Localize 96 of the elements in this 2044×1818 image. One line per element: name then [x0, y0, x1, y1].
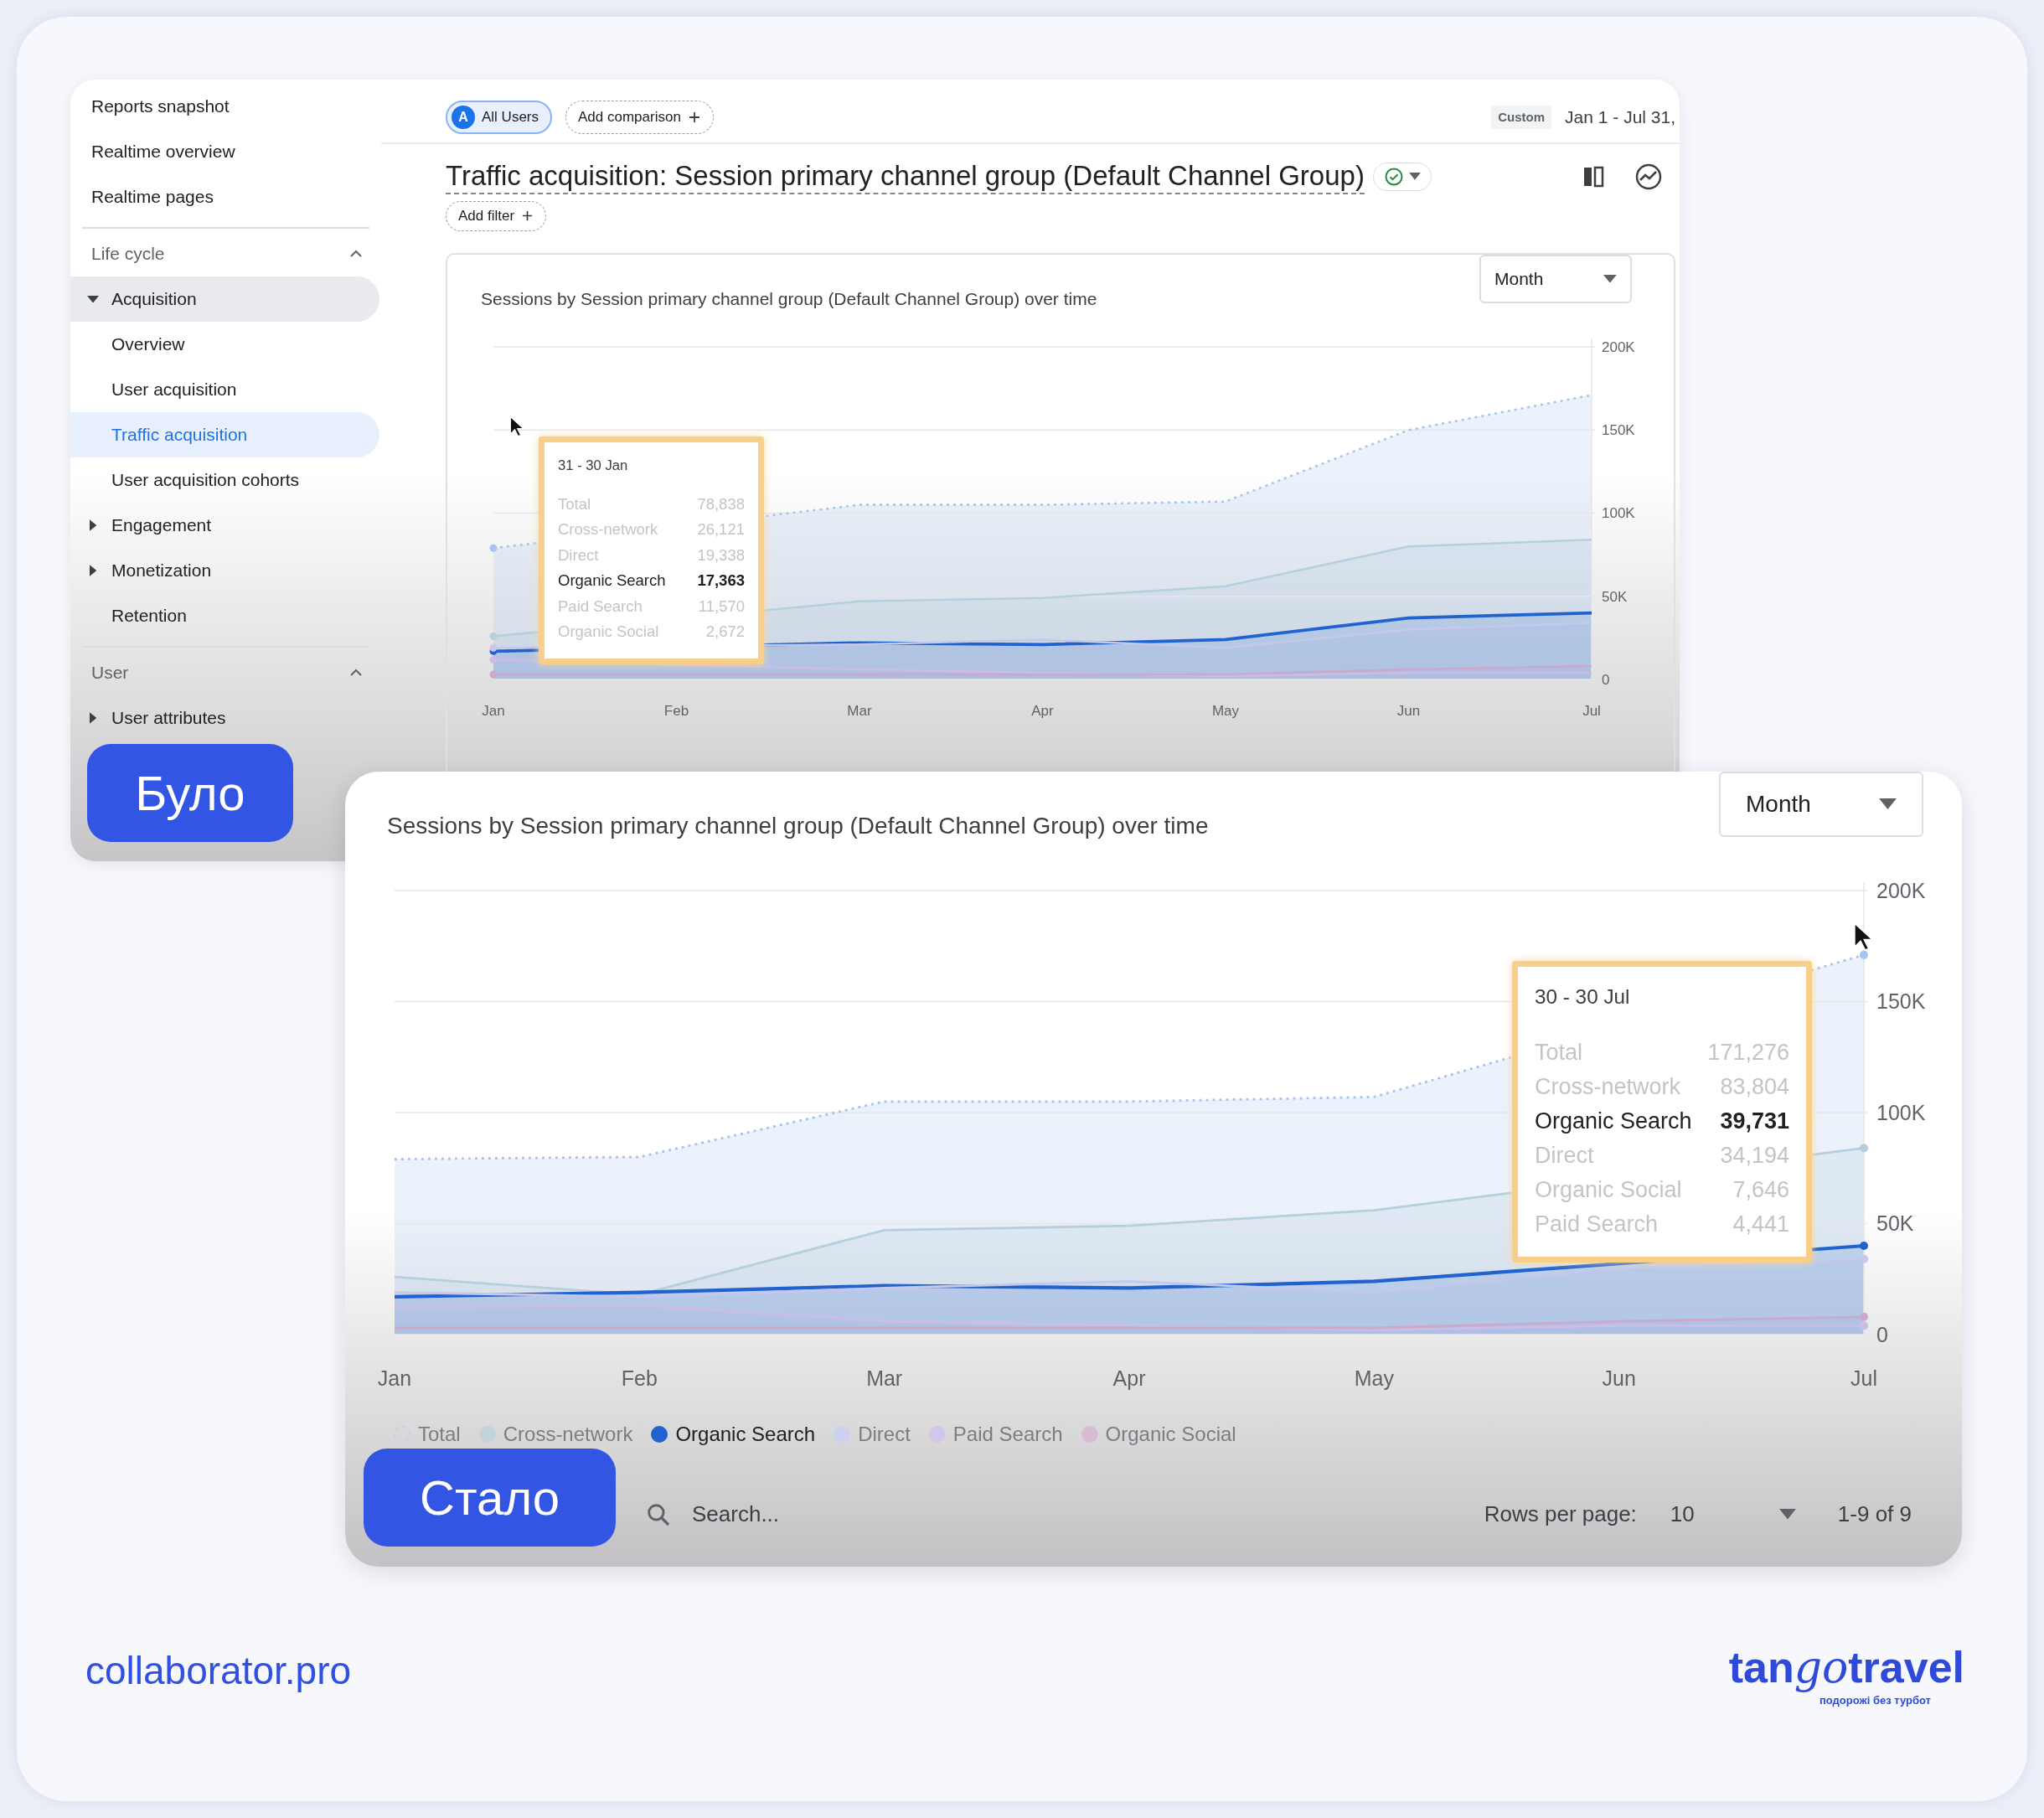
chart-title: Sessions by Session primary channel group (Default Channel Group) over time — [387, 812, 1209, 840]
rows-per-page-dropdown[interactable]: 10 — [1670, 1498, 1796, 1531]
axis-label: Mar — [847, 702, 872, 719]
tooltip-title: 30 - 30 Jul — [1535, 984, 1631, 1010]
nav-link[interactable]: Reports snapshot — [70, 84, 381, 129]
axis-label: 100K — [1602, 505, 1635, 522]
tooltip-title: 31 - 30 Jan — [558, 456, 629, 475]
legend-item[interactable]: Organic Search — [651, 1419, 816, 1449]
caret-icon — [1778, 1509, 1796, 1520]
tooltip-row-text: Total 171,276 — [1535, 1039, 1789, 1067]
check-circle-icon — [1383, 166, 1404, 187]
axis-label: Jul — [1850, 1366, 1877, 1390]
axis-label: May — [1354, 1366, 1394, 1390]
before-label: Було — [87, 744, 293, 842]
nav-item[interactable]: Monetization — [70, 548, 379, 593]
tooltip-row-text: Direct 34,194 — [1535, 1142, 1789, 1170]
logo-tagline: подорожі без турбот — [1819, 1693, 1931, 1708]
hover-point — [489, 632, 498, 640]
period-dropdown[interactable]: Month — [1719, 772, 1923, 837]
after-label: Стало — [364, 1449, 616, 1547]
date-badge: Custom — [1491, 105, 1552, 130]
nav-item[interactable]: Engagement — [70, 503, 379, 548]
axis-label: May — [1211, 702, 1240, 719]
axis-label: Apr — [1112, 1366, 1146, 1390]
hover-point — [1859, 1241, 1869, 1251]
nav-item[interactable]: Traffic acquisition — [70, 412, 379, 457]
hover-point — [1859, 1312, 1869, 1321]
caret-icon — [89, 519, 97, 531]
report-title: Traffic acquisition: Session primary channel group (Default Channel Group) — [446, 159, 1365, 194]
tooltip-row-text: Total 78,838 — [558, 493, 745, 514]
tooltip-row-text: Paid Search 4,441 — [1535, 1211, 1789, 1239]
tooltip-row-text: Organic Social 7,646 — [1535, 1176, 1789, 1205]
hover-point — [489, 544, 498, 552]
tooltip-row-text: Cross-network 83,804 — [1535, 1073, 1789, 1102]
caret-icon — [89, 712, 97, 724]
date-range[interactable]: Jan 1 - Jul 31, — [1565, 104, 1675, 131]
status-dropdown[interactable] — [1372, 162, 1432, 191]
tooltip-row-text: Paid Search 11,570 — [558, 596, 745, 617]
caret-icon — [1879, 798, 1897, 810]
axis-label: Feb — [621, 1366, 658, 1390]
nav-item[interactable]: User attributes — [70, 695, 379, 741]
insights-icon — [1634, 162, 1663, 191]
axis-label: Jan — [482, 702, 505, 719]
tooltip-row-text: Organic Social 2,672 — [558, 622, 745, 643]
search-field[interactable]: Search... — [690, 1497, 1109, 1531]
caret-icon — [1408, 173, 1421, 181]
hover-point — [1859, 1144, 1869, 1153]
add-comparison-button[interactable]: Add comparison — [565, 101, 714, 134]
tooltip-row-text: Organic Search 17,363 — [558, 571, 745, 591]
axis-label: 100K — [1876, 1100, 1926, 1124]
nav-item[interactable]: Acquisition — [70, 276, 379, 322]
axis-label: 200K — [1602, 338, 1635, 355]
nav-item[interactable]: Overview — [70, 322, 379, 367]
avatar-icon: A — [452, 106, 475, 129]
axis-label: Jan — [377, 1366, 412, 1390]
rows-per-page-label: Rows per page: — [1484, 1500, 1637, 1528]
axis-label: 0 — [1876, 1322, 1888, 1346]
nav-item[interactable]: Retention — [70, 593, 379, 638]
axis-label: 150K — [1876, 989, 1926, 1014]
axis-label: Jun — [1602, 1366, 1636, 1390]
axis-label: Mar — [866, 1366, 903, 1390]
chart-title: Sessions by Session primary channel group (Default Channel Group) over time — [481, 287, 1097, 310]
axis-label: Apr — [1031, 702, 1054, 719]
axis-label: Feb — [663, 702, 689, 719]
hover-point — [489, 643, 498, 652]
plus-icon — [521, 209, 534, 223]
axis-label: Jun — [1396, 702, 1421, 719]
plus-icon — [687, 111, 701, 124]
caret-icon — [1603, 274, 1617, 283]
axis-label: 50K — [1602, 588, 1628, 605]
add-filter-button[interactable]: Add filter — [446, 200, 547, 231]
hover-point — [1859, 1321, 1869, 1330]
tooltip-row-text: Organic Search 39,731 — [1535, 1108, 1789, 1136]
hover-point — [489, 655, 498, 664]
axis-label: Jul — [1582, 702, 1601, 719]
segment-chip[interactable]: A All Users — [446, 101, 552, 134]
axis-label: 200K — [1876, 878, 1926, 902]
pagination-text: 1-9 of 9 — [1837, 1500, 1912, 1528]
hover-point — [1859, 1254, 1869, 1263]
tooltip-row-text: Cross-network 26,121 — [558, 519, 745, 540]
caret-icon — [89, 565, 97, 576]
caret-icon — [87, 295, 99, 303]
nav-link[interactable]: Realtime overview — [70, 129, 381, 174]
axis-label: 50K — [1876, 1211, 1914, 1236]
hover-point — [489, 670, 498, 679]
period-dropdown[interactable]: Month — [1479, 254, 1632, 303]
section-header[interactable]: Life cycle — [70, 231, 381, 276]
brand-name: collaborator.pro — [85, 1648, 352, 1694]
hover-point — [1859, 950, 1869, 959]
axis-label: 150K — [1602, 421, 1635, 438]
nav-item[interactable]: User acquisition — [70, 367, 379, 412]
nav-link[interactable]: Realtime pages — [70, 174, 381, 220]
axis-label: 0 — [1602, 671, 1610, 688]
section-header[interactable]: User — [70, 650, 381, 695]
nav-item[interactable]: User acquisition cohorts — [70, 457, 379, 503]
tooltip-row-text: Direct 19,338 — [558, 545, 745, 566]
